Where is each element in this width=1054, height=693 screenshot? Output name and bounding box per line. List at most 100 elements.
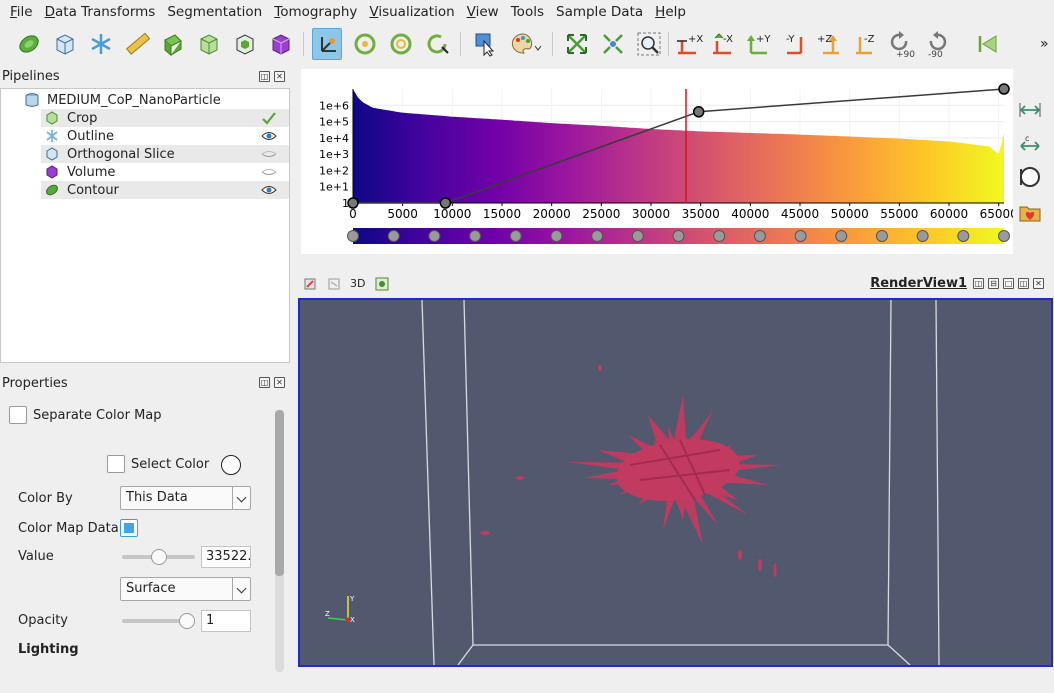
eye-icon[interactable] [261, 129, 277, 143]
representation-dropdown[interactable]: Surface [120, 577, 251, 601]
slice-icon[interactable] [86, 28, 116, 60]
menu-sample-data[interactable]: Sample Data [550, 0, 649, 24]
select-pointer-icon[interactable] [470, 28, 500, 60]
module-contour[interactable]: Contour [41, 181, 289, 199]
opacity-node[interactable] [998, 83, 1010, 95]
capture-icon[interactable] [303, 277, 317, 291]
colormap-node[interactable] [713, 230, 726, 242]
opacity-node[interactable] [692, 106, 705, 118]
close-icon[interactable]: ✕ [1033, 278, 1044, 289]
camera-undo-icon[interactable] [327, 277, 341, 291]
properties-scrollbar[interactable] [275, 410, 284, 672]
color-palette-icon[interactable] [508, 28, 542, 60]
close-icon[interactable]: ✕ [274, 71, 285, 82]
zoom-to-box-icon[interactable] [634, 28, 664, 60]
rotate-icon[interactable] [350, 28, 380, 60]
view-mode-toggle[interactable]: 3D [350, 277, 365, 290]
split-horizontal-icon[interactable]: ◫ [973, 278, 984, 289]
view-minus-x-icon[interactable]: -X [707, 28, 737, 60]
colormap-node[interactable] [835, 230, 848, 242]
rotate-minus-90-icon[interactable]: -90 [922, 28, 952, 60]
colormap-node[interactable] [672, 230, 685, 242]
histogram-svg[interactable]: 0 5000 10000 15000 20000 25000 30000 35000 40000… [301, 69, 1018, 254]
close-icon[interactable]: ✕ [274, 377, 285, 388]
menu-data-transforms[interactable]: Data Transforms [39, 0, 162, 24]
view-minus-y-icon[interactable]: -Y [779, 28, 809, 60]
colormap-node[interactable] [875, 230, 888, 242]
ruler-icon[interactable] [122, 28, 152, 60]
maximize-icon[interactable]: □ [1003, 278, 1014, 289]
opacity-node[interactable] [347, 197, 359, 209]
crop-box-icon[interactable] [194, 28, 224, 60]
clip-icon[interactable] [158, 28, 188, 60]
colormap-node[interactable] [794, 230, 807, 242]
colormap-node[interactable] [998, 230, 1010, 242]
menu-tools[interactable]: Tools [505, 0, 550, 24]
outline-icon[interactable] [50, 28, 80, 60]
reset-range-icon[interactable] [1016, 98, 1044, 122]
menu-view[interactable]: View [461, 0, 505, 24]
histogram-chart[interactable]: 0 5000 10000 15000 20000 25000 30000 35000 40000… [301, 69, 1018, 254]
volume-icon[interactable] [266, 28, 296, 60]
opacity-field[interactable]: 1 [201, 610, 251, 632]
checkmark-icon[interactable] [261, 111, 277, 125]
split-vertical-icon[interactable]: ⊟ [988, 278, 999, 289]
view-plus-z-icon[interactable]: +Z [815, 28, 845, 60]
module-volume[interactable]: Volume [41, 163, 289, 181]
separate-color-map-checkbox[interactable] [9, 406, 27, 424]
module-crop[interactable]: Crop [41, 109, 289, 127]
interact-axes-icon[interactable] [312, 28, 342, 60]
view-settings-icon[interactable] [375, 277, 389, 291]
select-color-checkbox[interactable] [107, 455, 125, 473]
colormap-node[interactable] [387, 230, 400, 242]
custom-range-icon[interactable]: c [1016, 131, 1044, 155]
colormap-node[interactable] [631, 230, 644, 242]
value-field[interactable]: 33522.5 [201, 546, 251, 568]
colormap-node[interactable] [428, 230, 441, 242]
view-plus-x-icon[interactable]: +X [672, 28, 703, 60]
center-focus-icon[interactable] [598, 28, 628, 60]
opacity-node[interactable] [439, 197, 452, 209]
eye-closed-icon[interactable] [261, 165, 277, 179]
colormap-node[interactable] [916, 230, 929, 242]
float-icon[interactable]: ◫ [259, 377, 270, 388]
module-orthogonal-slice[interactable]: Orthogonal Slice [41, 145, 289, 163]
color-map-data-checkbox[interactable] [120, 519, 138, 537]
contour-icon[interactable] [14, 28, 44, 60]
scrollbar-thumb[interactable] [275, 410, 284, 576]
colormap-node[interactable] [469, 230, 482, 242]
float-icon[interactable]: ◫ [259, 71, 270, 82]
view-plus-y-icon[interactable]: +Y [743, 28, 773, 60]
color-by-dropdown[interactable]: This Data [120, 486, 251, 510]
render-canvas[interactable]: Y Z X [300, 300, 1051, 665]
eye-icon[interactable] [261, 183, 277, 197]
render-view-title[interactable]: RenderView1 [870, 276, 967, 291]
first-frame-icon[interactable] [972, 28, 1002, 60]
float-icon[interactable]: ◫ [1018, 278, 1029, 289]
rotate-plus-90-icon[interactable]: +90 [885, 28, 915, 60]
colormap-node[interactable] [550, 230, 563, 242]
menu-tomography[interactable]: Tomography [268, 0, 363, 24]
view-minus-z-icon[interactable]: -Z [850, 28, 880, 60]
menu-file[interactable]: File [4, 0, 39, 24]
render-view-3d[interactable]: Y Z X [298, 298, 1053, 667]
gradient-opacity-icon[interactable] [1016, 165, 1044, 189]
colormap-node[interactable] [347, 230, 359, 242]
value-slider-knob[interactable] [151, 549, 168, 565]
data-source-item[interactable]: MEDIUM_CoP_NanoParticle [25, 91, 221, 109]
menu-visualization[interactable]: Visualization [363, 0, 460, 24]
threshold-icon[interactable] [230, 28, 260, 60]
module-outline[interactable]: Outline [41, 127, 289, 145]
colormap-node[interactable] [957, 230, 970, 242]
colormap-node[interactable] [509, 230, 522, 242]
colormap-node[interactable] [591, 230, 604, 242]
rotate-select-icon[interactable] [422, 28, 452, 60]
toolbar-overflow-button[interactable]: » [1040, 36, 1049, 52]
opacity-slider-knob[interactable] [179, 613, 195, 629]
colormap-node[interactable] [753, 230, 766, 242]
reset-camera-icon[interactable] [562, 28, 592, 60]
color-swatch-button[interactable] [221, 455, 241, 475]
eye-closed-icon[interactable] [261, 147, 277, 161]
menu-help[interactable]: Help [649, 0, 692, 24]
menu-segmentation[interactable]: Segmentation [161, 0, 268, 24]
